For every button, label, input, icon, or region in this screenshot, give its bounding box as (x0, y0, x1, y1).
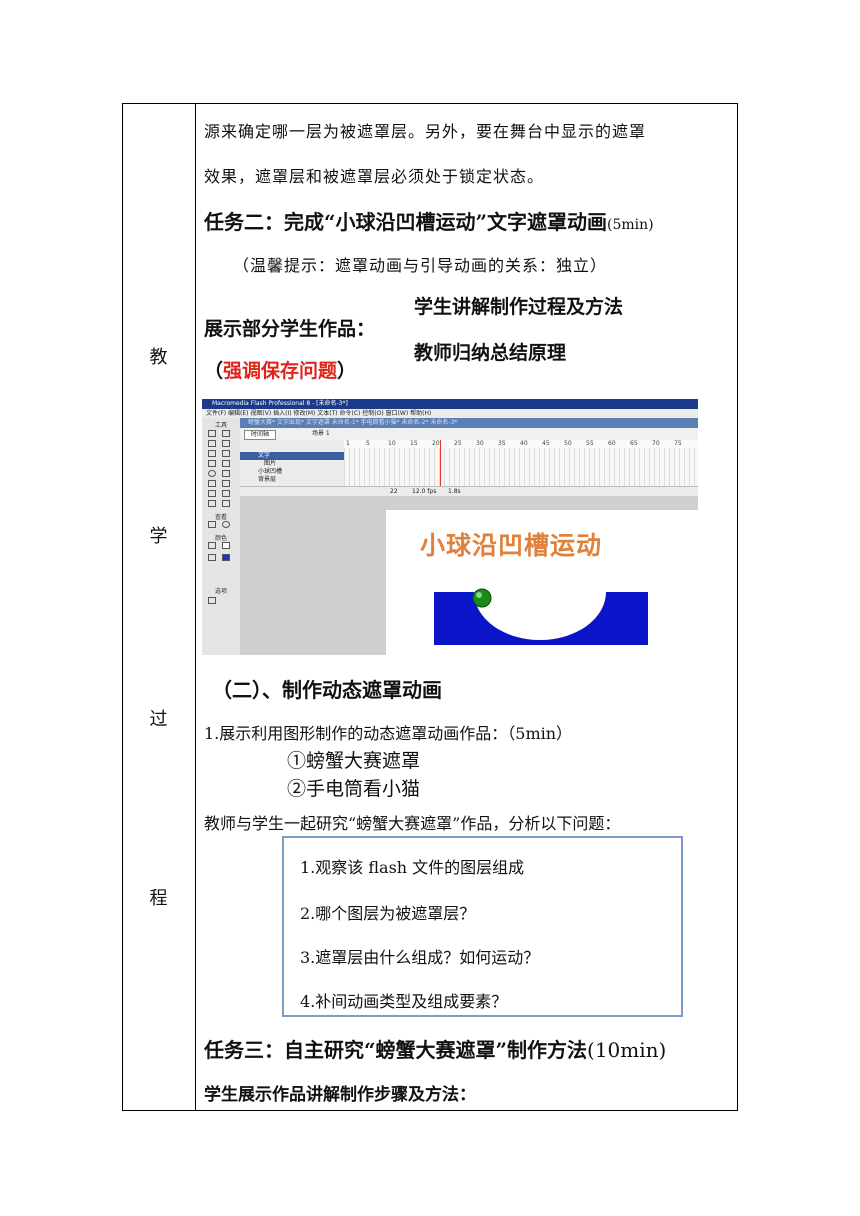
paint-bucket-icon (222, 490, 230, 497)
fill-transform-icon (222, 440, 230, 447)
save-emphasis: （强调保存问题） (204, 356, 356, 383)
transform-tool-icon (208, 440, 216, 447)
eraser-icon (222, 500, 230, 507)
playhead[interactable] (440, 440, 441, 486)
timeline-button[interactable]: 时间轴 (244, 430, 276, 440)
flash-screenshot: Macromedia Flash Professional 8 - [未命名-3… (202, 399, 698, 655)
scene-label: 场景 1 (312, 430, 330, 437)
ruler-tick: 35 (498, 440, 506, 447)
task3-title: 任务三：自主研究“螃蟹大赛遮罩”制作方法 (204, 1038, 588, 1062)
options-label: 选项 (214, 588, 227, 595)
ruler-tick: 5 (366, 440, 370, 447)
ruler-tick: 10 (388, 440, 396, 447)
last-line: 学生展示作品讲解制作步骤及方法： (204, 1085, 476, 1105)
arrow-tool-icon (208, 430, 216, 437)
ruler-tick: 55 (586, 440, 594, 447)
study-text: 教师与学生一起研究“螃蟹大赛遮罩”作品，分析以下问题： (204, 814, 621, 833)
question-item: 2.哪个图层为被遮罩层？ (300, 904, 476, 923)
ruler-tick: 25 (454, 440, 462, 447)
layer-row[interactable]: 背景层 (240, 476, 344, 484)
layer-row[interactable]: 文字 (240, 452, 344, 460)
layer-row[interactable]: 图片 (240, 460, 344, 468)
line-tool-icon (208, 450, 216, 457)
ruler-tick: 20 (432, 440, 440, 447)
ball-highlight (476, 592, 482, 598)
groove-graphic (434, 588, 648, 645)
flash-stage[interactable]: 小球沿凹槽运动 (386, 510, 698, 655)
ruler-tick: 70 (652, 440, 660, 447)
tools-label: 工具 (214, 422, 227, 429)
ruler-tick: 40 (520, 440, 528, 447)
pen-tool-icon (208, 460, 216, 467)
emphasis-close: ） (337, 360, 357, 382)
ball-shape (472, 588, 492, 608)
work-1: ①螃蟹大赛遮罩 (287, 750, 421, 772)
brush-tool-icon (222, 480, 230, 487)
text-tool-icon (222, 460, 230, 467)
groove-shape (434, 592, 648, 645)
task3-heading: 任务三：自主研究“螃蟹大赛遮罩”制作方法(10min) (204, 1034, 666, 1063)
text-line-2: 效果，遮罩层和被遮罩层必须处于锁定状态。 (204, 167, 545, 186)
layer-row[interactable]: 小球凹槽 (240, 468, 344, 476)
side-label-cheng: 程 (149, 888, 168, 909)
ruler-tick: 30 (476, 440, 484, 447)
flash-timeline: 文字 图片 小球凹槽 背景层 1 5 10 15 20 25 30 35 40 … (240, 440, 698, 497)
fill-color-icon (222, 542, 230, 549)
lasso-tool-icon (222, 450, 230, 457)
ruler-tick: 1 (346, 440, 350, 447)
student-explain: 学生讲解制作过程及方法 (414, 296, 624, 318)
side-label-guo: 过 (149, 709, 168, 730)
zoom-tool-icon (222, 521, 230, 528)
default-color-icon (222, 554, 230, 561)
ruler-tick: 65 (630, 440, 638, 447)
eyedropper-icon (208, 500, 216, 507)
teacher-summary: 教师归纳总结原理 (414, 342, 567, 364)
item-1: 1.展示利用图形制作的动态遮罩动画作品：（5min） (204, 720, 572, 744)
question-item: 1.观察该 flash 文件的图层组成 (300, 858, 525, 877)
tip-text: （温馨提示：遮罩动画与引导动画的关系：独立） (233, 256, 608, 275)
emphasis-open: （ (204, 360, 224, 382)
column-divider (195, 103, 196, 1111)
work-2: ②手电筒看小猫 (287, 778, 421, 800)
snap-option-icon (208, 597, 216, 604)
ruler-tick: 45 (542, 440, 550, 447)
task2-heading: 任务二：完成“小球沿凹槽运动”文字遮罩动画(5min) (204, 206, 654, 235)
hand-tool-icon (208, 521, 216, 528)
flash-tools-panel: 工具 查看 颜色 选项 (202, 418, 241, 655)
view-label: 查看 (214, 514, 227, 521)
oval-tool-icon (208, 470, 216, 477)
question-item: 3.遮罩层由什么组成？如何运动？ (300, 948, 540, 967)
task2-title: 任务二：完成“小球沿凹槽运动”文字遮罩动画 (204, 210, 608, 234)
item-1-text: 1.展示利用图形制作的动态遮罩动画作品： (204, 724, 508, 743)
rect-tool-icon (222, 470, 230, 477)
section-2-heading: （二）、制作动态遮罩动画 (212, 678, 442, 702)
flash-document-tabs[interactable]: 螃蟹大赛* 文字出现* 文字遮罩 未命名-1* 手电筒看小猫* 未命名-2* 未… (240, 418, 698, 428)
ruler-tick: 15 (410, 440, 418, 447)
color-label: 颜色 (214, 535, 227, 542)
task2-time: (5min) (607, 217, 654, 233)
swap-color-icon (208, 554, 216, 561)
side-label-xue: 学 (149, 526, 168, 547)
ruler-tick: 75 (674, 440, 682, 447)
ruler-tick: 60 (608, 440, 616, 447)
emphasis-red-text: 强调保存问题 (223, 360, 338, 382)
text-line-1: 源来确定哪一层为被遮罩层。另外，要在舞台中显示的遮罩 (204, 122, 647, 141)
questions-box: 1.观察该 flash 文件的图层组成 2.哪个图层为被遮罩层？ 3.遮罩层由什… (282, 836, 683, 1017)
pencil-tool-icon (208, 480, 216, 487)
flash-title-bar: Macromedia Flash Professional 8 - [未命名-3… (202, 399, 698, 409)
question-item: 4.补间动画类型及组成要素？ (300, 992, 508, 1011)
ruler-tick: 50 (564, 440, 572, 447)
frame-ruler: 1 5 10 15 20 25 30 35 40 45 50 55 60 65 … (344, 440, 698, 448)
stroke-color-icon (208, 542, 216, 549)
subselect-tool-icon (222, 430, 230, 437)
flash-stage-area: 小球沿凹槽运动 (240, 496, 698, 655)
show-works-label: 展示部分学生作品： (204, 318, 376, 340)
task3-time: (10min) (587, 1038, 667, 1062)
flash-menu-bar: 文件(F) 编辑(E) 视图(V) 插入(I) 修改(M) 文本(T) 命令(C… (202, 409, 698, 418)
ink-bottle-icon (208, 490, 216, 497)
item-1-time: （5min） (507, 724, 573, 743)
side-label-jiao: 教 (149, 347, 168, 368)
